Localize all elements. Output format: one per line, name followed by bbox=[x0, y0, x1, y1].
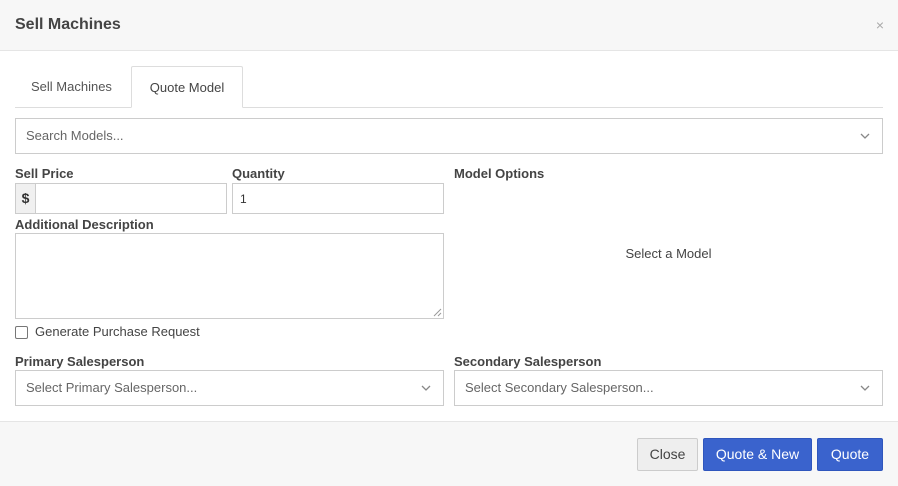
quantity-input[interactable] bbox=[232, 183, 444, 214]
model-options-empty-text: Select a Model bbox=[625, 246, 712, 261]
sell-price-label: Sell Price bbox=[15, 166, 74, 181]
close-button[interactable]: Close bbox=[637, 438, 698, 471]
sell-machines-modal: Sell Machines × Sell Machines Quote Mode… bbox=[0, 0, 898, 486]
additional-description-textarea[interactable] bbox=[15, 233, 444, 319]
quote-and-new-button[interactable]: Quote & New bbox=[703, 438, 812, 471]
chevron-down-icon bbox=[860, 133, 870, 139]
chevron-down-icon bbox=[860, 385, 870, 391]
close-icon[interactable]: × bbox=[876, 18, 884, 32]
modal-title: Sell Machines bbox=[15, 16, 121, 33]
model-options-label: Model Options bbox=[454, 166, 545, 181]
sell-price-group: $ bbox=[15, 183, 227, 214]
tab-bar: Sell Machines Quote Model bbox=[15, 66, 883, 108]
quote-button[interactable]: Quote bbox=[817, 438, 883, 471]
modal-footer: Close Quote & New Quote bbox=[0, 421, 898, 486]
currency-addon: $ bbox=[16, 184, 36, 213]
additional-description-label: Additional Description bbox=[15, 217, 154, 232]
secondary-salesperson-select[interactable]: Select Secondary Salesperson... bbox=[454, 370, 883, 406]
primary-salesperson-label: Primary Salesperson bbox=[15, 354, 145, 369]
secondary-salesperson-placeholder: Select Secondary Salesperson... bbox=[465, 380, 654, 395]
quantity-label: Quantity bbox=[232, 166, 285, 181]
model-search-select[interactable]: Search Models... bbox=[15, 118, 883, 154]
tab-sell-machines[interactable]: Sell Machines bbox=[15, 66, 128, 108]
generate-purchase-request-checkbox[interactable] bbox=[15, 326, 28, 339]
resize-grip-icon[interactable] bbox=[433, 308, 442, 317]
primary-salesperson-placeholder: Select Primary Salesperson... bbox=[26, 380, 198, 395]
tab-quote-model[interactable]: Quote Model bbox=[131, 66, 243, 108]
sell-price-input[interactable] bbox=[36, 184, 226, 213]
secondary-salesperson-label: Secondary Salesperson bbox=[454, 354, 602, 369]
primary-salesperson-select[interactable]: Select Primary Salesperson... bbox=[15, 370, 444, 406]
modal-header: Sell Machines × bbox=[0, 0, 898, 51]
generate-purchase-request-label[interactable]: Generate Purchase Request bbox=[35, 324, 200, 339]
model-search-placeholder: Search Models... bbox=[26, 128, 124, 143]
chevron-down-icon bbox=[421, 385, 431, 391]
